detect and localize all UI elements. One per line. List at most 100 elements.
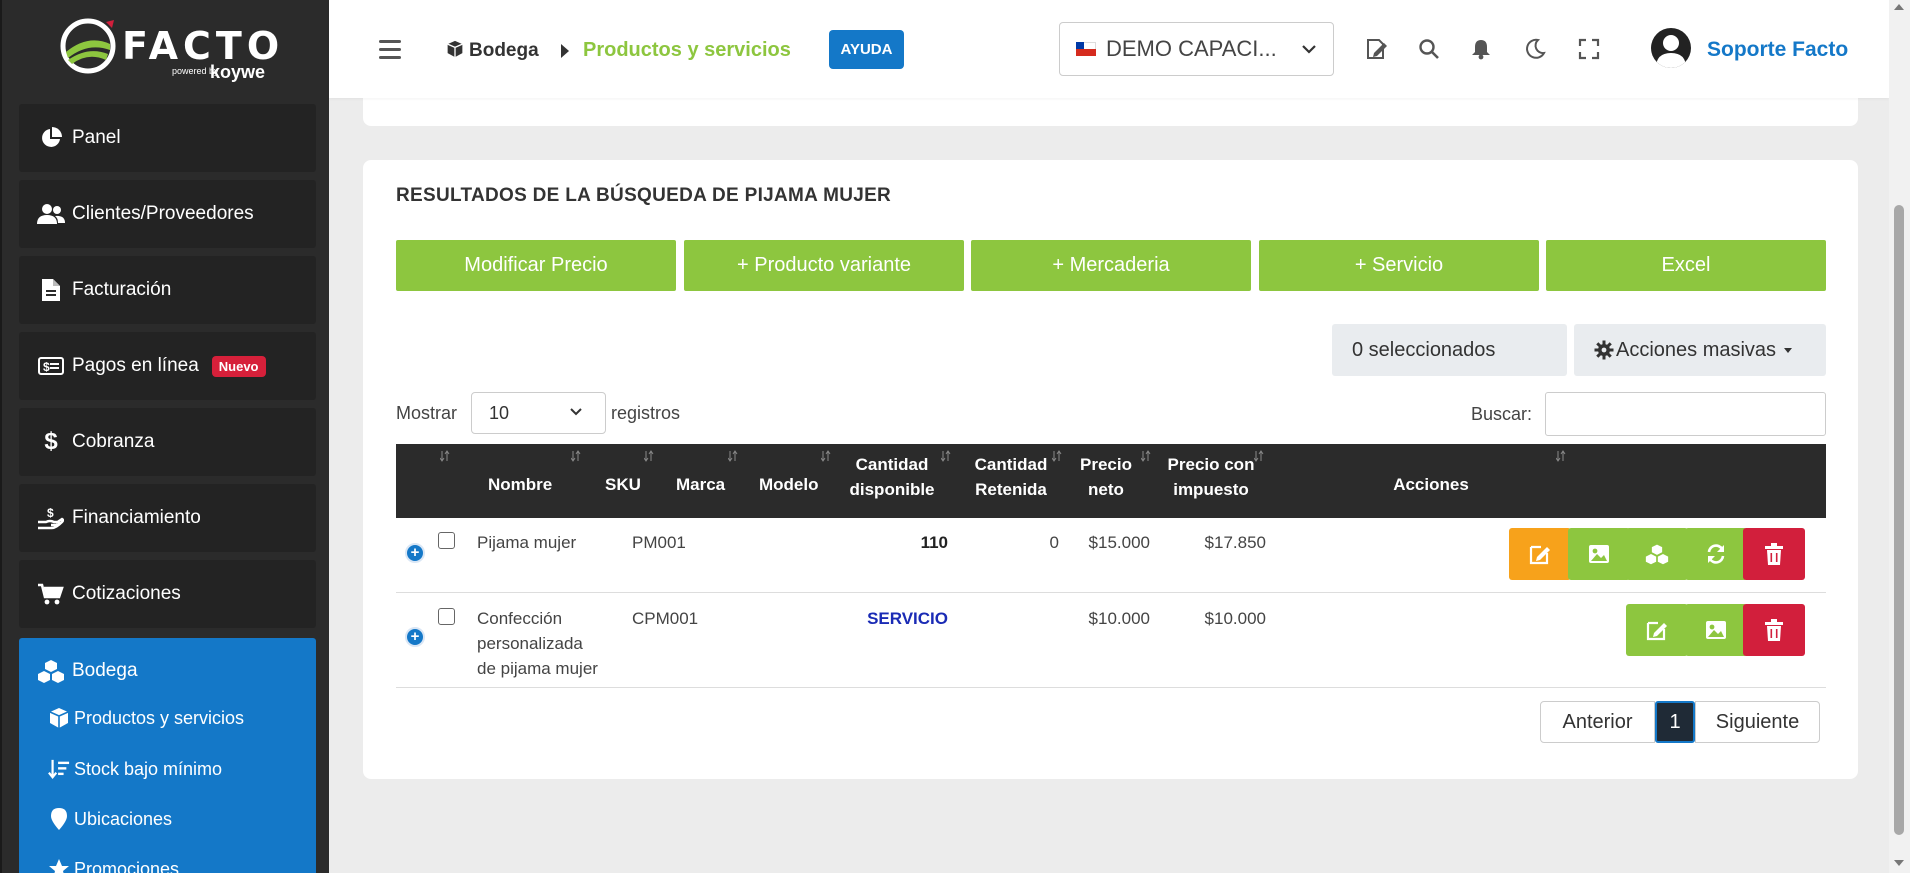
sidebar-item-panel[interactable]: Panel [19, 104, 316, 172]
svg-text:$: $ [43, 360, 50, 374]
delete-button[interactable] [1743, 604, 1805, 656]
fullscreen-icon[interactable] [1578, 38, 1600, 60]
breadcrumb-bodega[interactable]: Bodega [469, 40, 539, 62]
sort-icon[interactable] [1141, 450, 1151, 462]
scroll-up-icon[interactable] [1894, 4, 1904, 10]
col-qty-retained[interactable]: Cantidad Retenida [966, 452, 1056, 502]
col-brand[interactable]: Marca [676, 472, 725, 497]
caret-down-icon [1784, 347, 1793, 353]
sidebar-sub-label: Ubicaciones [74, 808, 173, 829]
image-button[interactable] [1568, 528, 1630, 580]
add-variant-product-button[interactable]: + Producto variante [684, 240, 964, 291]
avatar[interactable] [1651, 28, 1691, 68]
sidebar-sub-label: Productos y servicios [74, 707, 245, 728]
sort-icon[interactable] [571, 450, 581, 462]
col-net-line1: Precio [1080, 455, 1132, 474]
document-icon [36, 279, 66, 301]
expand-row-icon[interactable]: + [405, 627, 425, 647]
product-qty: SERVICIO [867, 609, 948, 628]
delete-button[interactable] [1743, 528, 1805, 580]
sidebar-sub-productos[interactable]: Productos y servicios [48, 707, 244, 729]
cube-icon [48, 707, 70, 729]
bulk-actions-button[interactable]: Acciones masivas [1574, 324, 1826, 376]
edit-button[interactable] [1626, 604, 1688, 656]
sort-icon[interactable] [440, 450, 450, 462]
sort-icon[interactable] [821, 450, 831, 462]
sidebar-sub-stock[interactable]: Stock bajo mínimo [48, 758, 222, 780]
moon-icon[interactable] [1524, 38, 1546, 60]
new-badge: Nuevo [211, 355, 266, 377]
bulk-actions-label: Acciones masivas [1616, 338, 1777, 361]
excel-button[interactable]: Excel [1546, 240, 1826, 291]
col-price-tax[interactable]: Precio con impuesto [1161, 452, 1261, 502]
map-marker-icon [48, 808, 70, 830]
sync-icon [1707, 544, 1725, 564]
menu-toggle-icon[interactable] [379, 40, 401, 64]
page-1-button[interactable]: 1 [1655, 701, 1695, 743]
svg-text:$: $ [47, 506, 54, 520]
sync-button[interactable] [1685, 528, 1747, 580]
next-page-button[interactable]: Siguiente [1695, 701, 1820, 743]
sidebar-item-facturacion[interactable]: Facturación [19, 256, 316, 324]
users-icon [36, 203, 66, 225]
product-name: Pijama mujer [477, 533, 577, 552]
sort-icon[interactable] [728, 450, 738, 462]
add-merchandise-button[interactable]: + Mercaderia [971, 240, 1251, 291]
bell-icon[interactable] [1470, 38, 1492, 60]
selected-count: 0 seleccionados [1332, 324, 1567, 376]
pagination: Anterior 1 Siguiente [1540, 701, 1820, 743]
company-name: DEMO CAPACI... [1106, 36, 1277, 61]
col-name[interactable]: Nombre [488, 472, 552, 497]
scrollbar-thumb[interactable] [1894, 205, 1904, 835]
show-label: Mostrar [396, 403, 458, 423]
sort-icon[interactable] [644, 450, 654, 462]
variants-button[interactable] [1626, 528, 1688, 580]
results-title: RESULTADOS DE LA BÚSQUEDA DE PIJAMA MUJE… [396, 185, 892, 206]
sort-icon[interactable] [1254, 450, 1264, 462]
page-size-select[interactable]: 10 [471, 392, 606, 434]
edit-document-icon[interactable] [1366, 38, 1388, 60]
sidebar-item-cotizaciones[interactable]: Cotizaciones [19, 560, 316, 628]
facto-swoosh-icon [60, 18, 116, 74]
sort-icon[interactable] [1556, 450, 1566, 462]
money-bill-icon: $ [36, 357, 66, 375]
sort-icon[interactable] [941, 450, 951, 462]
sidebar-item-label: Bodega [72, 660, 138, 681]
col-ret-line1: Cantidad [974, 455, 1048, 474]
previous-page-button[interactable]: Anterior [1540, 701, 1655, 743]
col-sku[interactable]: SKU [605, 472, 641, 497]
sidebar-item-pagos[interactable]: $ Pagos en línea Nuevo [19, 332, 316, 400]
sidebar-sub-ubicaciones[interactable]: Ubicaciones [48, 808, 172, 830]
company-selector[interactable]: DEMO CAPACI... [1059, 22, 1334, 76]
scrollbar[interactable] [1889, 0, 1910, 873]
modify-price-button[interactable]: Modificar Precio [396, 240, 676, 291]
row-checkbox[interactable] [438, 532, 455, 549]
image-icon [1589, 545, 1609, 563]
col-net-line2: neto [1088, 480, 1124, 499]
col-qty-available[interactable]: Cantidad disponible [846, 452, 938, 502]
image-button[interactable] [1685, 604, 1747, 656]
sidebar-item-cobranza[interactable]: $ Cobranza [19, 408, 316, 476]
pie-chart-icon [36, 127, 66, 149]
add-service-button[interactable]: + Servicio [1259, 240, 1539, 291]
edit-button[interactable] [1509, 528, 1571, 580]
row-checkbox[interactable] [438, 608, 455, 625]
col-tax-line1: Precio con [1167, 455, 1255, 474]
user-name[interactable]: Soporte Facto [1707, 38, 1848, 62]
col-model[interactable]: Modelo [759, 472, 819, 497]
sidebar-item-financiamiento[interactable]: $ Financiamiento [19, 484, 316, 552]
product-sku: CPM001 [632, 609, 699, 628]
chile-flag-icon [1076, 42, 1096, 56]
sort-icon[interactable] [1052, 450, 1062, 462]
search-icon[interactable] [1418, 38, 1440, 60]
search-input[interactable] [1545, 392, 1826, 436]
sidebar-item-clientes[interactable]: Clientes/Proveedores [19, 180, 316, 248]
col-net-price[interactable]: Precio neto [1076, 452, 1136, 502]
expand-row-icon[interactable]: + [405, 543, 425, 563]
facto-logo[interactable]: FACTO powered by koywe [60, 18, 280, 82]
sidebar-item-bodega[interactable]: Bodega [19, 638, 316, 704]
help-button[interactable]: AYUDA [829, 30, 904, 69]
hand-holding-dollar-icon: $ [36, 506, 66, 530]
scroll-down-icon[interactable] [1894, 860, 1904, 866]
sidebar-sub-promociones[interactable]: Promociones [48, 858, 179, 873]
